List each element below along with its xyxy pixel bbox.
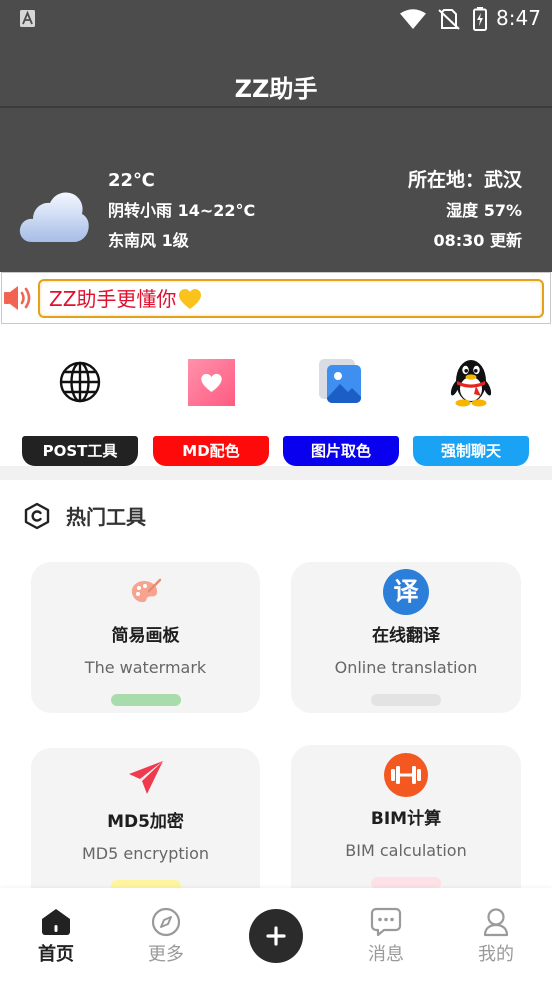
chat-icon[interactable] (331, 906, 441, 938)
section-divider (0, 466, 552, 480)
autofill-a-icon (20, 10, 35, 31)
globe-icon[interactable] (15, 350, 145, 414)
speaker-icon (3, 283, 35, 317)
card-title: 简易画板 (111, 626, 180, 646)
md-color-button[interactable]: MD配色 (153, 436, 269, 466)
image-color-picker-button[interactable]: 图片取色 (283, 436, 399, 466)
bottom-nav: 首页 更多 消息 我的 (0, 888, 552, 983)
nav-more-label[interactable]: 更多 (111, 943, 221, 967)
hot-tools-title: 热门工具 (66, 505, 146, 529)
card-title: MD5加密 (107, 812, 184, 832)
cloud-icon (18, 186, 90, 248)
card-subtitle: BIM calculation (345, 841, 467, 860)
home-icon[interactable] (1, 906, 111, 938)
status-time: 8:47 (496, 6, 541, 30)
quick-tool-force-chat[interactable]: 强制聊天 (406, 350, 536, 466)
nav-messages-label[interactable]: 消息 (331, 943, 441, 967)
card-subtitle: The watermark (84, 658, 207, 677)
image-icon[interactable] (276, 350, 406, 414)
post-tool-button[interactable]: POST工具 (22, 436, 138, 466)
nav-profile[interactable]: 我的 (441, 888, 551, 983)
tool-card-drawing-board[interactable]: 简易画板 The watermark (31, 562, 260, 713)
card-subtitle: MD5 encryption (81, 844, 210, 863)
no-sim-icon (438, 8, 460, 34)
card-accent-bar (110, 694, 181, 706)
tool-card-online-translation[interactable]: 译 在线翻译 Online translation (291, 562, 521, 713)
nav-more[interactable]: 更多 (111, 888, 221, 983)
weather-humidity: 湿度 57% (446, 201, 522, 220)
tool-card-bim-calculation[interactable]: BIM计算 BIM calculation (291, 745, 521, 908)
dumbbell-icon (291, 753, 521, 797)
nav-home[interactable]: 首页 (1, 888, 111, 983)
nav-add[interactable] (221, 888, 331, 983)
translate-icon: 译 (291, 569, 521, 615)
compass-icon[interactable] (111, 906, 221, 938)
tool-card-md5-encryption[interactable]: MD5加密 MD5 encryption (31, 748, 260, 908)
app-title: ZZ助手 (234, 75, 318, 103)
weather-location: 所在地：武汉 (407, 169, 522, 191)
notice-text: ZZ助手更懂你 (49, 286, 177, 311)
weather-forecast: 阴转小雨 14~22°C (108, 201, 256, 220)
card-title: BIM计算 (370, 809, 442, 829)
nav-home-label[interactable]: 首页 (1, 943, 111, 967)
translate-icon-glyph: 译 (383, 569, 429, 615)
nav-messages[interactable]: 消息 (331, 888, 441, 983)
card-subtitle: Online translation (334, 658, 478, 677)
notice-marquee[interactable]: ZZ助手更懂你 (38, 279, 544, 318)
plus-icon[interactable] (249, 909, 303, 963)
force-chat-button[interactable]: 强制聊天 (413, 436, 529, 466)
paper-plane-icon (31, 756, 260, 800)
nav-profile-label[interactable]: 我的 (441, 943, 551, 967)
card-accent-bar (371, 694, 441, 706)
pink-heart-icon[interactable] (146, 350, 276, 414)
wifi-icon (400, 9, 426, 33)
person-icon[interactable] (441, 906, 551, 938)
quick-tool-image-color[interactable]: 图片取色 (276, 350, 406, 466)
weather-temperature: 22℃ (108, 170, 155, 191)
quick-tool-md-color[interactable]: MD配色 (146, 350, 276, 466)
palette-icon (31, 570, 260, 614)
yellow-heart-icon (178, 288, 202, 310)
card-title: 在线翻译 (372, 626, 440, 646)
battery-charging-icon (473, 7, 487, 35)
qq-penguin-icon[interactable] (406, 350, 536, 414)
weather-updated-time: 08:30 更新 (433, 231, 522, 250)
hexagon-icon (23, 502, 51, 534)
weather-wind: 东南风 1级 (108, 231, 189, 250)
appbar-divider (0, 106, 552, 108)
quick-tool-post[interactable]: POST工具 (15, 350, 145, 466)
